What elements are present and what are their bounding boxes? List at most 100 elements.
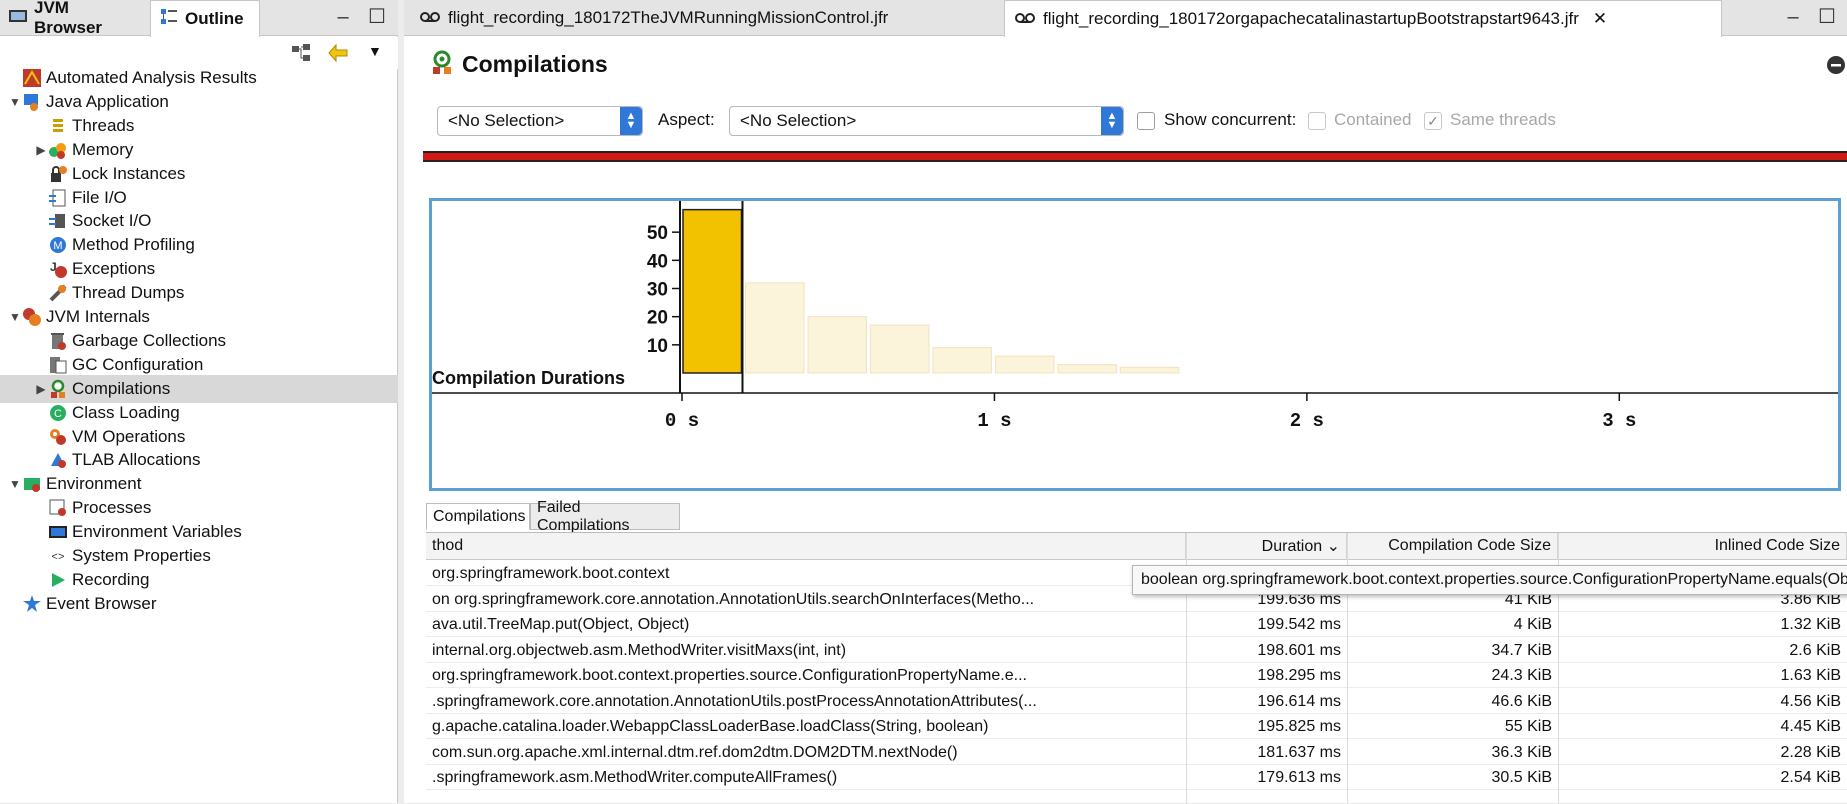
chevron-right-icon[interactable]: ▶	[34, 143, 48, 157]
chart-canvas[interactable]: 10 20 30 40 50 0 s 1 s 2 s 3 s Compilation Durati…	[432, 201, 1838, 488]
cell-method: ava.util.TreeMap.put(Object, Object)	[432, 616, 690, 633]
tree-item-label: Automated Analysis Results	[46, 68, 257, 87]
tree-item-label: Compilations	[72, 378, 171, 398]
thread-dumps-icon	[48, 283, 68, 303]
compilations-icon	[48, 379, 68, 399]
minimize-editor-button[interactable]: –	[1780, 4, 1806, 30]
histogram-bar[interactable]	[807, 316, 867, 374]
contained-checkbox[interactable]	[1308, 112, 1326, 130]
histogram-bar[interactable]	[869, 324, 930, 374]
chevron-down-icon[interactable]: ▼	[8, 477, 22, 491]
column-header-compilation-code-size[interactable]: Compilation Code Size	[1347, 533, 1558, 560]
tree-item-label: Method Profiling	[72, 235, 195, 255]
method-tooltip: boolean org.springframework.boot.context…	[1132, 565, 1847, 595]
editor-tab-2[interactable]: flight_recording_180172orgapachecatalina…	[1004, 0, 1722, 37]
histogram-bar[interactable]	[682, 208, 743, 374]
tab-outline[interactable]: Outline	[150, 0, 260, 37]
aspect-dropdown-value: <No Selection>	[740, 111, 857, 130]
column-header-inlined-code-size-label: Inlined Code Size	[1714, 537, 1840, 554]
maximize-view-button[interactable]: ☐	[364, 4, 390, 30]
histogram-bar[interactable]	[1119, 366, 1180, 374]
tree-item-label: Socket I/O	[72, 211, 152, 231]
same-threads-checkbox[interactable]: ✓	[1424, 112, 1442, 130]
cell-compilation-code-size: 46.6 KiB	[1491, 692, 1552, 710]
processes-icon	[48, 498, 68, 518]
svg-text:<>: <>	[51, 552, 64, 564]
compilation-durations-chart[interactable]: 10 20 30 40 50 0 s 1 s 2 s 3 s Compilation Durati…	[429, 198, 1841, 491]
tab-compilations[interactable]: Compilations	[426, 503, 530, 530]
chevron-right-icon[interactable]: ▶	[34, 382, 48, 396]
aspect-dropdown[interactable]: <No Selection> ▲ ▼	[729, 106, 1124, 136]
tree-item-label: Exceptions	[72, 259, 156, 279]
column-header-compilation-code-size-label: Compilation Code Size	[1388, 537, 1551, 554]
cell-inlined-code-size: 1.63 KiB	[1780, 667, 1841, 684]
histogram-bar[interactable]	[744, 282, 805, 374]
view-menu-icon[interactable]: ▼	[368, 43, 382, 59]
table-row[interactable]: com.sun.org.apache.xml.internal.dtm.ref.…	[426, 740, 1847, 765]
vm-operations-icon	[48, 427, 68, 447]
tab-jvm-browser[interactable]: JVM Browser	[0, 0, 148, 37]
close-tab-icon[interactable]: ✕	[1593, 9, 1607, 29]
recording-icon	[48, 570, 68, 590]
editor-area: flight_recording_180172TheJVMRunningMiss…	[404, 0, 1847, 804]
cell-compilation-code-size: 34.7 KiB	[1491, 641, 1552, 659]
x-tick-label: 3 s	[1602, 410, 1636, 432]
histogram-bar[interactable]	[1057, 364, 1117, 374]
editor-tab-1[interactable]: flight_recording_180172TheJVMRunningMiss…	[410, 0, 950, 36]
cell-method: g.apache.catalina.loader.WebappClassLoad…	[432, 718, 989, 735]
gc-config-icon	[48, 355, 68, 375]
aspect-label: Aspect:	[658, 110, 715, 129]
y-tick-label: 10	[647, 336, 668, 357]
table-row[interactable]: g.apache.catalina.loader.WebappClassLoad…	[426, 714, 1847, 739]
lock-icon	[48, 164, 68, 184]
left-pane: JVM Browser Outline – ☐ ▼ Automated Anal…	[0, 0, 398, 803]
tree-item-label: Environment	[46, 474, 142, 494]
histogram-bar[interactable]	[994, 355, 1055, 374]
cell-compilation-code-size: 30.5 KiB	[1491, 769, 1552, 786]
jvm-internals-icon	[22, 307, 42, 327]
class-loading-icon: C	[48, 403, 68, 423]
column-header-inlined-code-size[interactable]: Inlined Code Size	[1558, 533, 1847, 560]
maximize-editor-button[interactable]: ☐	[1814, 4, 1840, 30]
show-concurrent-checkbox[interactable]	[1137, 112, 1155, 130]
tree-item[interactable]: Event Browser	[0, 590, 398, 618]
x-tick-label: 2 s	[1290, 410, 1324, 432]
minimize-view-button[interactable]: –	[330, 4, 356, 30]
cell-method: com.sun.org.apache.xml.internal.dtm.ref.…	[432, 743, 958, 761]
tree-item-label: Threads	[72, 115, 135, 135]
timeline-range-bar[interactable]	[423, 151, 1847, 162]
table-row[interactable]: .springframework.asm.MethodWriter.comput…	[426, 765, 1847, 790]
table-row[interactable]: org.springframework.boot.context.propert…	[426, 663, 1847, 688]
svg-text:C: C	[54, 408, 62, 420]
table-row[interactable]: .springframework.core.annotation.Annotat…	[426, 689, 1847, 714]
tree-item-label: Environment Variables	[72, 522, 242, 542]
recording-file-icon	[420, 8, 440, 28]
chevron-updown-icon: ▲ ▼	[620, 107, 642, 135]
tree-item-label: File I/O	[72, 187, 127, 207]
socket-io-icon	[48, 211, 68, 231]
collapse-icon[interactable]	[1826, 55, 1846, 80]
event-browser-icon	[22, 594, 42, 614]
chevron-down-icon[interactable]: ▼	[8, 310, 22, 324]
editor-tabbar: flight_recording_180172TheJVMRunningMiss…	[404, 0, 1847, 37]
table-row[interactable]: internal.org.objectweb.asm.MethodWriter.…	[426, 638, 1847, 663]
selection-dropdown[interactable]: <No Selection> ▲ ▼	[437, 106, 643, 136]
column-header-method-label: thod	[432, 537, 464, 554]
cell-duration: 196.614 ms	[1257, 692, 1341, 710]
editor-tab-1-label: flight_recording_180172TheJVMRunningMiss…	[448, 8, 889, 27]
chevron-down-icon[interactable]: ▼	[8, 95, 22, 109]
cell-duration: 181.637 ms	[1257, 743, 1341, 761]
table-row[interactable]: ava.util.TreeMap.put(Object, Object) 199.…	[426, 612, 1847, 637]
cell-duration: 195.825 ms	[1257, 718, 1341, 735]
cell-method: org.springframework.boot.context	[432, 565, 670, 582]
cell-compilation-code-size: 36.3 KiB	[1491, 743, 1552, 761]
column-header-method[interactable]: thod	[426, 533, 1186, 560]
cell-method: org.springframework.boot.context.propert…	[432, 667, 1027, 684]
cell-inlined-code-size: 4.45 KiB	[1780, 718, 1841, 735]
histogram-bar[interactable]	[932, 347, 992, 374]
tree-item-label: Lock Instances	[72, 163, 186, 183]
tab-failed-compilations[interactable]: Failed Compilations	[530, 499, 680, 534]
threads-icon	[48, 116, 68, 136]
column-header-duration[interactable]: Duration ⌄	[1186, 533, 1347, 560]
cell-inlined-code-size: 2.28 KiB	[1780, 743, 1841, 761]
